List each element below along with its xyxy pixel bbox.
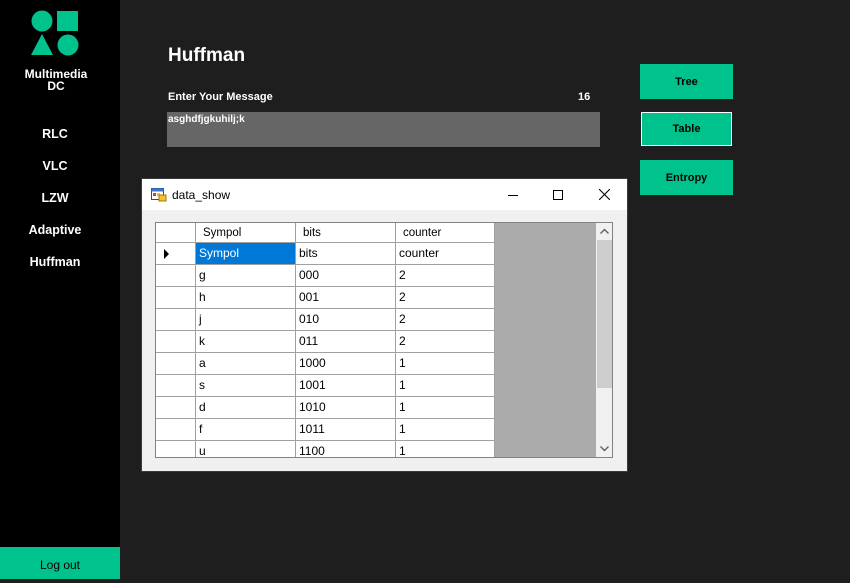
table-button[interactable]: Table: [641, 112, 732, 146]
dialog-titlebar[interactable]: data_show: [142, 179, 627, 210]
table-cell-counter[interactable]: 1: [396, 397, 495, 419]
table-cell-symbol[interactable]: Sympol: [196, 243, 296, 265]
table-row[interactable]: f 1011 1: [156, 419, 495, 441]
table-cell-bits[interactable]: 010: [296, 309, 396, 331]
table-cell-counter[interactable]: 1: [396, 375, 495, 397]
sidebar-item-lzw[interactable]: LZW: [0, 191, 110, 205]
row-header[interactable]: [156, 419, 196, 441]
tree-button[interactable]: Tree: [640, 64, 733, 99]
table-cell-bits[interactable]: 011: [296, 331, 396, 353]
column-header-sympol[interactable]: Sympol: [196, 223, 296, 243]
message-input[interactable]: asghdfjgkuhilj;k: [167, 112, 600, 147]
sidebar-item-rlc[interactable]: RLC: [0, 127, 110, 141]
row-header[interactable]: [156, 309, 196, 331]
data-show-dialog: data_show Sympol bits counter Sympol bit…: [142, 179, 627, 471]
row-header[interactable]: [156, 287, 196, 309]
table-cell-symbol[interactable]: d: [196, 397, 296, 419]
table-row[interactable]: k 011 2: [156, 331, 495, 353]
table-cell-counter[interactable]: 1: [396, 441, 495, 457]
entropy-button[interactable]: Entropy: [640, 160, 733, 195]
sidebar: Multimedia DC RLC VLC LZW Adaptive Huffm…: [0, 0, 120, 579]
app-name: Multimedia DC: [0, 68, 112, 92]
table-cell-symbol[interactable]: u: [196, 441, 296, 457]
table-row[interactable]: h 001 2: [156, 287, 495, 309]
shapes-logo-icon: [31, 10, 79, 56]
table-cell-counter[interactable]: 2: [396, 331, 495, 353]
close-button[interactable]: [581, 179, 627, 210]
table-cell-symbol[interactable]: f: [196, 419, 296, 441]
table-cell-counter[interactable]: 2: [396, 265, 495, 287]
scrollbar-thumb[interactable]: [597, 240, 612, 388]
table-row[interactable]: d 1010 1: [156, 397, 495, 419]
row-header[interactable]: [156, 331, 196, 353]
table-cell-counter[interactable]: 2: [396, 309, 495, 331]
table-row[interactable]: u 1100 1: [156, 441, 495, 457]
page-title: Huffman: [168, 45, 246, 66]
maximize-icon: [553, 189, 563, 200]
table-cell-bits[interactable]: 1011: [296, 419, 396, 441]
table-row[interactable]: s 1001 1: [156, 375, 495, 397]
table-row[interactable]: g 000 2: [156, 265, 495, 287]
row-header[interactable]: [156, 441, 196, 457]
table-cell-bits[interactable]: 001: [296, 287, 396, 309]
row-header[interactable]: [156, 353, 196, 375]
row-header[interactable]: [156, 397, 196, 419]
maximize-button[interactable]: [535, 179, 581, 210]
table-cell-counter[interactable]: 2: [396, 287, 495, 309]
table-cell-symbol[interactable]: k: [196, 331, 296, 353]
sidebar-item-adaptive[interactable]: Adaptive: [0, 223, 110, 237]
app-name-line2: DC: [47, 79, 65, 93]
column-header-counter[interactable]: counter: [396, 223, 495, 243]
table-cell-bits[interactable]: 1010: [296, 397, 396, 419]
chevron-down-icon[interactable]: [596, 440, 613, 457]
table-cell-symbol[interactable]: s: [196, 375, 296, 397]
table-cell-symbol[interactable]: j: [196, 309, 296, 331]
table-cell-bits[interactable]: 1001: [296, 375, 396, 397]
message-length: 16: [578, 91, 591, 103]
grid-header-row: Sympol bits counter: [156, 223, 495, 245]
minimize-icon: [508, 194, 518, 196]
table-cell-symbol[interactable]: g: [196, 265, 296, 287]
row-header[interactable]: [156, 375, 196, 397]
message-label: Enter Your Message: [168, 91, 273, 103]
table-cell-counter[interactable]: counter: [396, 243, 495, 265]
logout-button[interactable]: Log out: [0, 547, 120, 579]
dialog-title: data_show: [172, 188, 231, 202]
chevron-up-icon[interactable]: [596, 223, 613, 240]
table-cell-symbol[interactable]: a: [196, 353, 296, 375]
minimize-button[interactable]: [490, 179, 536, 210]
data-grid[interactable]: Sympol bits counter Sympol bits counter …: [155, 222, 613, 458]
table-cell-bits[interactable]: 000: [296, 265, 396, 287]
row-header[interactable]: [156, 265, 196, 287]
row-header-corner: [156, 223, 196, 243]
table-row[interactable]: a 1000 1: [156, 353, 495, 375]
table-cell-counter[interactable]: 1: [396, 353, 495, 375]
table-row[interactable]: j 010 2: [156, 309, 495, 331]
current-row-triangle-icon: [164, 249, 169, 259]
table-cell-bits[interactable]: 1100: [296, 441, 396, 457]
app-window-icon: [151, 188, 167, 202]
column-header-bits[interactable]: bits: [296, 223, 396, 243]
sidebar-item-huffman[interactable]: Huffman: [0, 255, 110, 269]
table-cell-bits[interactable]: bits: [296, 243, 396, 265]
table-cell-counter[interactable]: 1: [396, 419, 495, 441]
row-header[interactable]: [156, 243, 196, 265]
table-cell-bits[interactable]: 1000: [296, 353, 396, 375]
vertical-scrollbar[interactable]: [596, 223, 613, 457]
sidebar-item-vlc[interactable]: VLC: [0, 159, 110, 173]
table-cell-symbol[interactable]: h: [196, 287, 296, 309]
table-row[interactable]: Sympol bits counter: [156, 243, 495, 265]
close-icon: [598, 189, 610, 200]
